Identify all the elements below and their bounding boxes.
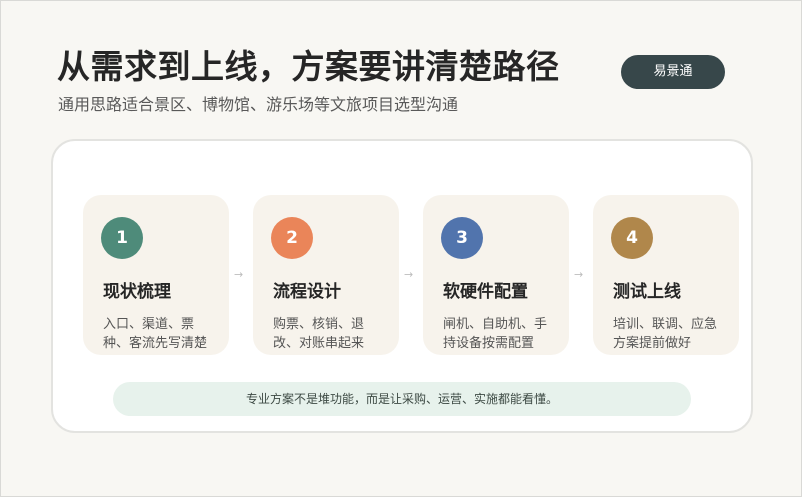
page-subtitle: 通用思路适合景区、博物馆、游乐场等文旅项目选型沟通: [58, 95, 459, 114]
brand-button[interactable]: 易景通: [621, 55, 725, 89]
arrow-icon: →: [574, 268, 584, 281]
step-title: 软硬件配置: [443, 282, 528, 302]
step-title: 现状梳理: [103, 282, 171, 302]
step-description: 闸机、自助机、手持设备按需配置: [443, 317, 548, 351]
step-description: 入口、渠道、票种、客流先写清楚: [103, 317, 208, 351]
step-number-badge: 3: [441, 217, 483, 259]
step-title: 流程设计: [273, 282, 341, 302]
step-card-3: 3 软硬件配置 闸机、自助机、手持设备按需配置: [423, 195, 569, 355]
summary-note: 专业方案不是堆功能，而是让采购、运营、实施都能看懂。: [113, 382, 691, 416]
step-card-1: 1 现状梳理 入口、渠道、票种、客流先写清楚: [83, 195, 229, 355]
page-title: 从需求到上线，方案要讲清楚路径: [57, 47, 560, 86]
arrow-icon: →: [404, 268, 414, 281]
step-description: 购票、核销、退改、对账串起来: [273, 317, 365, 351]
arrow-icon: →: [234, 268, 244, 281]
step-number-badge: 2: [271, 217, 313, 259]
step-number-badge: 4: [611, 217, 653, 259]
step-card-2: 2 流程设计 购票、核销、退改、对账串起来: [253, 195, 399, 355]
step-description: 培训、联调、应急方案提前做好: [613, 317, 718, 351]
step-title: 测试上线: [613, 282, 681, 302]
step-card-4: 4 测试上线 培训、联调、应急方案提前做好: [593, 195, 739, 355]
step-number-badge: 1: [101, 217, 143, 259]
